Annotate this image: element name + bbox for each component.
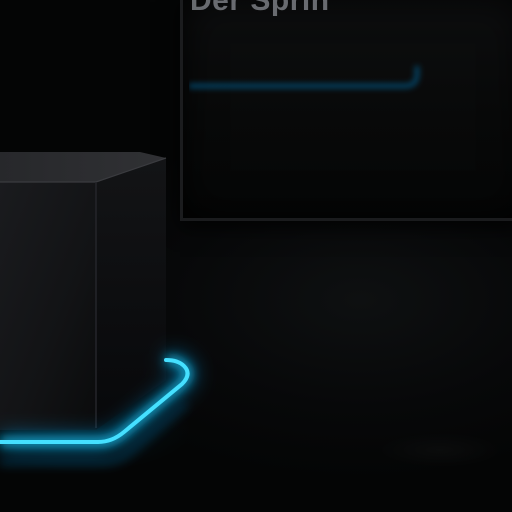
cube-side-face — [96, 158, 166, 430]
cube-illustration — [0, 152, 196, 465]
dark-3d-scene: Der Sprin — [0, 0, 512, 512]
cube-front-face — [0, 182, 96, 430]
